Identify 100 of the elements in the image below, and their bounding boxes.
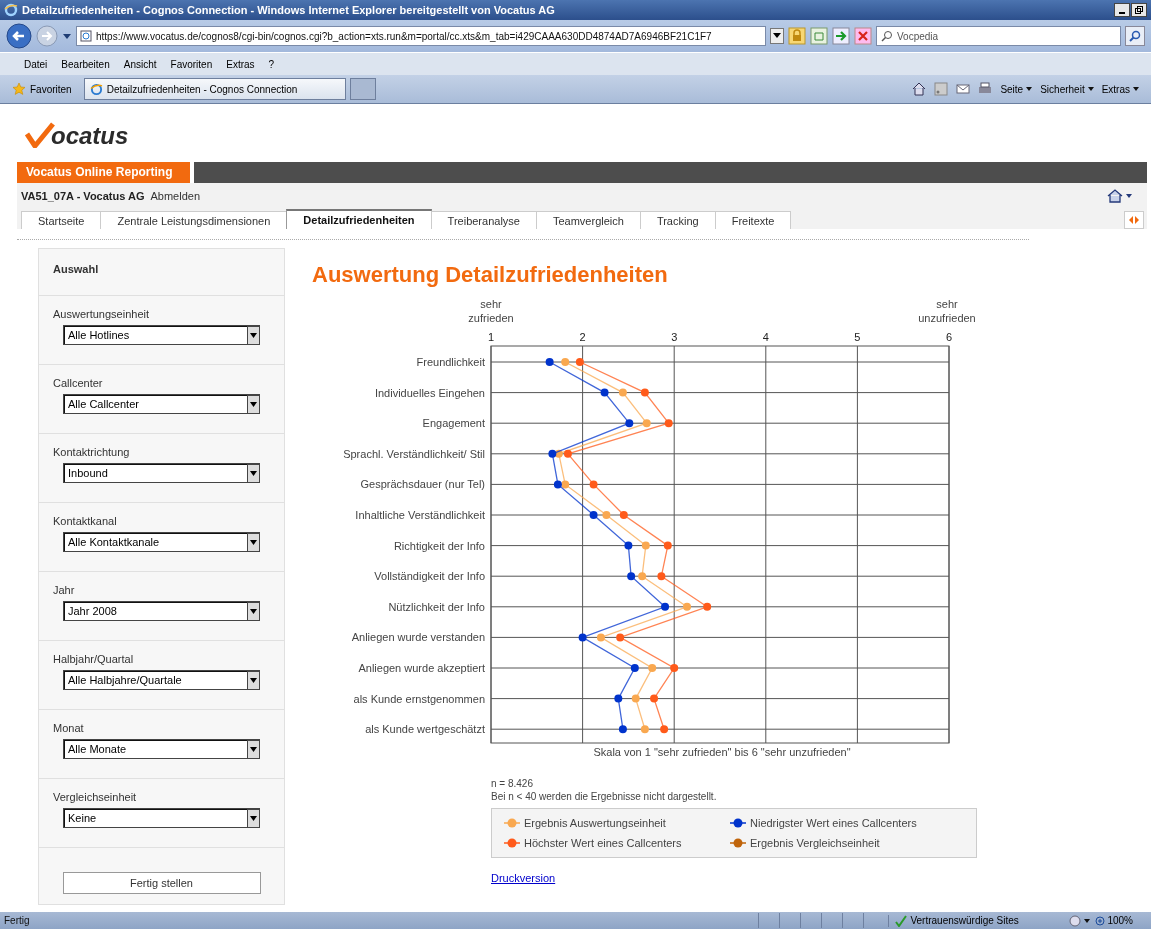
data-point (619, 511, 628, 519)
home-icon[interactable] (1107, 189, 1133, 203)
dropdown-button[interactable] (770, 28, 784, 44)
checkmark-icon (895, 914, 908, 927)
scale-low-label: sehr zufrieden (468, 298, 514, 324)
data-point (657, 572, 666, 581)
search-icon (1129, 30, 1141, 42)
data-point (640, 388, 649, 397)
security-zone: Vertrauenswürdige Sites (888, 914, 1066, 927)
caret-icon (250, 470, 257, 476)
axis-tick-label: 1 (487, 331, 495, 343)
logout-link[interactable]: Abmelden (150, 190, 201, 202)
finish-button[interactable]: Fertig stellen (62, 872, 261, 894)
filter-label: Kontaktkanal (53, 515, 118, 527)
category-label: als Kunde ernstgenommen (353, 692, 485, 705)
category-label: Gesprächsdauer (nur Tel) (360, 478, 485, 491)
data-point (561, 358, 570, 366)
toolbar-menu-button[interactable]: Seite (1000, 83, 1033, 95)
filter-dropdown[interactable]: Alle Halbjahre/Quartale (63, 670, 260, 690)
toolbar-menu-button[interactable]: Extras (1101, 83, 1139, 95)
caret-icon (250, 677, 257, 683)
caret-icon (250, 332, 257, 338)
category-label: als Kunde wertgeschätzt (365, 723, 485, 736)
category-label: Sprachl. Verständlichkeit/ Stil (343, 447, 485, 460)
filter-dropdown[interactable]: Keine (63, 808, 260, 828)
favorites-button[interactable]: Favoriten (12, 82, 80, 96)
browser-tab[interactable]: Detailzufriedenheiten - Cognos Connection (83, 78, 346, 100)
filter-label: Halbjahr/Quartal (53, 653, 135, 665)
category-label: Engagement (422, 417, 485, 430)
filter-dropdown[interactable]: Alle Monate (63, 739, 260, 759)
filter-dropdown[interactable]: Alle Kontaktkanale (63, 532, 260, 552)
legend-label: Niedrigster Wert eines Callcenters (750, 817, 917, 829)
menu-item[interactable]: Favoriten (170, 58, 213, 70)
data-point (596, 633, 605, 642)
caret-icon[interactable] (62, 32, 72, 40)
home-icon[interactable] (912, 82, 927, 96)
data-point (561, 480, 570, 489)
report-title: Auswertung Detailzufriedenheiten (312, 262, 669, 288)
filter-dropdown[interactable]: Jahr 2008 (63, 601, 260, 621)
printer-icon[interactable] (978, 82, 993, 96)
data-point (575, 358, 584, 366)
data-point (631, 694, 640, 703)
zoom-button[interactable]: 100% (1095, 915, 1147, 926)
data-point (553, 480, 562, 489)
stop-icon[interactable] (854, 27, 872, 45)
minimize-button[interactable] (1114, 3, 1130, 17)
data-point (664, 419, 673, 428)
print-version-link[interactable]: Druckversion (491, 872, 556, 884)
mail-icon[interactable] (956, 82, 971, 96)
caret-icon (773, 33, 781, 39)
tab-scroll-button[interactable] (1124, 211, 1144, 229)
data-point (648, 664, 657, 672)
data-point (602, 511, 611, 519)
menu-item[interactable]: Extras (226, 58, 255, 70)
filter-dropdown[interactable]: Alle Callcenter (63, 394, 260, 414)
caret-icon (250, 539, 257, 545)
menu-item[interactable]: Bearbeiten (61, 58, 110, 70)
page-icon (80, 30, 92, 42)
data-point (703, 602, 712, 611)
nav-tab[interactable]: Zentrale Leistungsdimensionen (100, 211, 288, 229)
data-point (625, 419, 634, 428)
back-button[interactable] (6, 23, 32, 49)
nav-tab[interactable]: Tracking (639, 211, 716, 229)
data-point (563, 449, 572, 458)
data-point (642, 419, 651, 428)
data-point (650, 694, 659, 703)
nav-tab[interactable]: Teamvergleich (535, 211, 641, 229)
category-label: Anliegen wurde akzeptiert (358, 662, 485, 674)
address-field[interactable]: https://www.vocatus.de/cognos8/cgi-bin/cognos.cgi?b_action=xts.run&m=portal/cc.xts&m_tab=i429CAAA630DD4874AD7A6946BF21C1F7 (76, 26, 766, 46)
menu-item[interactable]: ? (268, 58, 275, 70)
nav-tab[interactable]: Detailzufriedenheiten (286, 209, 432, 229)
search-button[interactable] (1125, 26, 1145, 46)
data-point (616, 633, 625, 642)
browser-logo-icon (89, 82, 103, 96)
category-label: Individuelles Eingehen (374, 386, 485, 399)
nav-tab[interactable]: Freitexte (714, 211, 792, 229)
data-point (660, 725, 669, 734)
filter-dropdown[interactable]: Alle Hotlines (63, 325, 260, 345)
filter-dropdown[interactable]: Inbound (63, 463, 260, 483)
category-label: Vollständigkeit der Info (374, 570, 485, 583)
caret-icon (250, 608, 257, 614)
data-point (589, 480, 598, 489)
category-label: Freundlichkeit (416, 356, 485, 368)
axis-title: Skala von 1 "sehr zufrieden" bis 6 "sehr unzufrieden" (593, 746, 851, 758)
nav-tab[interactable]: Treiberanalyse (430, 211, 537, 229)
menu-item[interactable]: Datei (24, 58, 48, 70)
nav-tab[interactable]: Startseite (21, 211, 102, 229)
menu-item[interactable]: Ansicht (123, 58, 157, 70)
forward-button[interactable] (36, 25, 58, 47)
search-field[interactable]: Vocpedia (876, 26, 1121, 46)
sample-size: n = 8.426 (491, 778, 534, 789)
restore-button[interactable] (1131, 3, 1147, 17)
note-text: Bei n < 40 werden die Ergebnisse nicht dargestellt. (491, 791, 718, 802)
data-point (641, 541, 650, 550)
data-point (624, 541, 633, 550)
data-point (661, 602, 670, 611)
toolbar-menu-button[interactable]: Sicherheit (1040, 83, 1094, 95)
go-arrow-icon[interactable] (832, 27, 850, 45)
data-point (630, 664, 639, 672)
data-point (627, 572, 636, 581)
